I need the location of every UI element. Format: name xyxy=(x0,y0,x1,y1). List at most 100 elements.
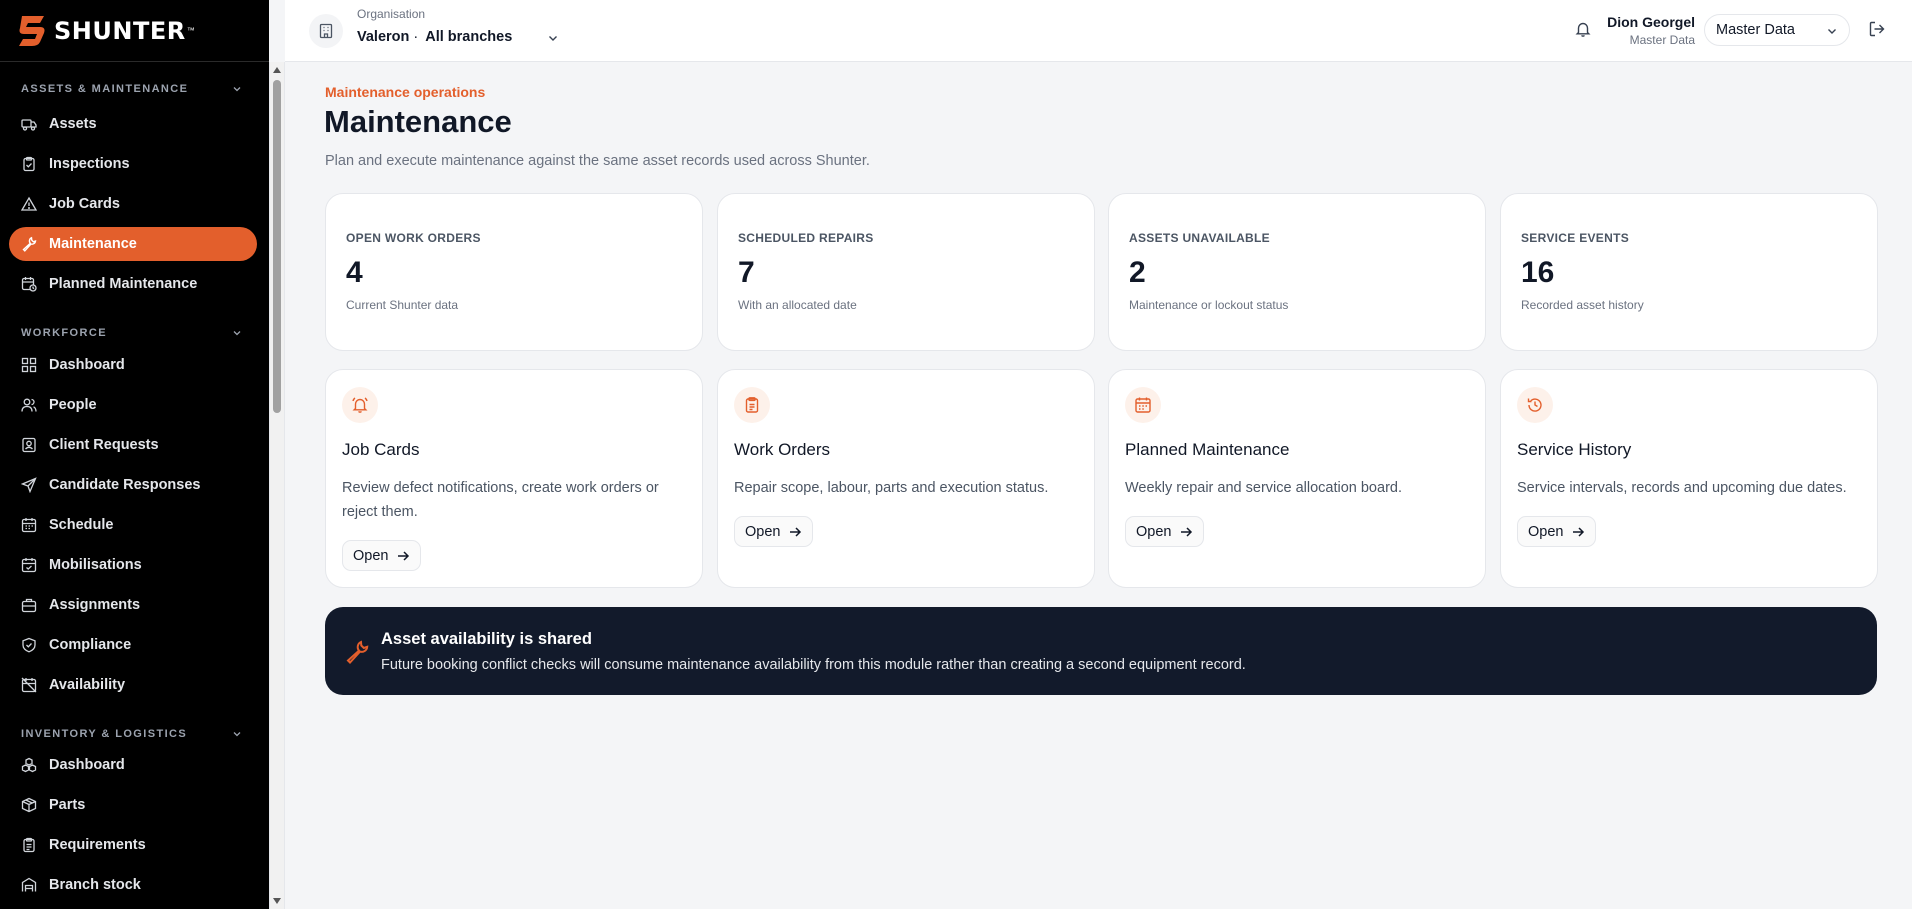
organisation-icon[interactable] xyxy=(309,14,343,48)
sidebar-item-inspections[interactable]: Inspections xyxy=(9,147,257,181)
page-title: Maintenance xyxy=(324,104,512,139)
calendar-clock-icon xyxy=(21,277,37,292)
stat-value: 4 xyxy=(346,256,363,289)
chevron-down-icon xyxy=(1828,29,1836,34)
sidebar-item-label: Compliance xyxy=(49,637,132,653)
arrow-right-icon xyxy=(1573,526,1585,537)
users-icon xyxy=(21,398,37,412)
sidebar-item-assignments[interactable]: Assignments xyxy=(9,588,257,622)
branch-name: All branches xyxy=(425,29,513,45)
sidebar-item-label: Parts xyxy=(49,797,86,813)
module-description: Review defect notifications, create work… xyxy=(342,480,659,520)
module-icon xyxy=(734,387,770,423)
sidebar-item-availability[interactable]: Availability xyxy=(9,668,257,702)
shunter-logo-icon xyxy=(19,15,45,46)
page-subtitle: Plan and execute maintenance against the… xyxy=(325,153,870,169)
module-title: Service History xyxy=(1517,440,1632,459)
organisation-name: Valeron xyxy=(357,29,410,45)
role-select[interactable]: Master Data xyxy=(1704,14,1850,46)
sidebar-item-label: Requirements xyxy=(49,837,146,853)
sidebar-item-people[interactable]: People xyxy=(9,388,257,422)
stat-card-scheduled-repairs: SCHEDULED REPAIRS 7 With an allocated da… xyxy=(717,193,1095,351)
sidebar-item-mobilisations[interactable]: Mobilisations xyxy=(9,548,257,582)
sidebar-item-schedule[interactable]: Schedule xyxy=(9,508,257,542)
calendar-check-icon xyxy=(21,558,37,573)
sidebar-item-maintenance[interactable]: Maintenance xyxy=(9,227,257,261)
open-job-cards-button[interactable]: Open xyxy=(342,540,422,571)
top-header: Organisation Valeron · All branches Dion… xyxy=(285,0,1912,62)
sidebar-item-assets[interactable]: Assets xyxy=(9,107,257,141)
stat-note: Maintenance or lockout status xyxy=(1129,298,1289,312)
sidebar-item-candidate-responses[interactable]: Candidate Responses xyxy=(9,468,257,502)
clipboard-check-icon xyxy=(23,156,35,172)
button-label: Open xyxy=(353,547,389,564)
briefcase-icon xyxy=(21,598,37,613)
module-card-service-history: Service History Service intervals, recor… xyxy=(1500,369,1878,588)
sidebar-item-label: Inspections xyxy=(49,156,130,172)
wrench-icon xyxy=(22,236,37,252)
sidebar-item-label: Assets xyxy=(49,116,97,132)
sidebar-item-label: Client Requests xyxy=(49,437,159,453)
logout-icon[interactable] xyxy=(1868,20,1886,38)
stat-card-service-events: SERVICE EVENTS 16 Recorded asset history xyxy=(1500,193,1878,351)
sidebar-item-workforce-dashboard[interactable]: Dashboard xyxy=(9,348,257,382)
arrow-right-icon xyxy=(790,526,802,537)
open-planned-maintenance-button[interactable]: Open xyxy=(1125,516,1205,547)
module-card-job-cards: Job Cards Review defect notifications, c… xyxy=(325,369,703,588)
bell-ring-icon xyxy=(352,397,368,413)
section-workforce[interactable]: WORKFORCE xyxy=(21,327,243,339)
section-assets-maintenance[interactable]: ASSETS & MAINTENANCE xyxy=(21,83,243,95)
role-select-value: Master Data xyxy=(1716,22,1795,38)
stat-label: SERVICE EVENTS xyxy=(1521,231,1630,245)
open-work-orders-button[interactable]: Open xyxy=(734,516,814,547)
brand-name: SHUNTER xyxy=(54,16,186,45)
section-title: WORKFORCE xyxy=(21,327,107,339)
sidebar-item-label: Job Cards xyxy=(49,196,120,212)
separator-dot: · xyxy=(413,29,419,45)
shield-check-icon xyxy=(22,637,36,653)
module-title: Planned Maintenance xyxy=(1125,440,1290,459)
stat-label: OPEN WORK ORDERS xyxy=(346,231,481,245)
sidebar-item-label: Availability xyxy=(49,677,126,693)
stat-note: Recorded asset history xyxy=(1521,298,1644,312)
sidebar-item-parts[interactable]: Parts xyxy=(9,788,257,822)
stat-value: 2 xyxy=(1129,256,1146,289)
scroll-up-arrow-icon[interactable] xyxy=(273,67,281,73)
banner-title: Asset availability is shared xyxy=(381,630,592,648)
history-icon xyxy=(1527,398,1542,412)
sidebar-item-requirements[interactable]: Requirements xyxy=(9,828,257,862)
sidebar-item-compliance[interactable]: Compliance xyxy=(9,628,257,662)
sidebar-item-inventory-dashboard[interactable]: Dashboard xyxy=(9,748,257,782)
stat-card-open-work-orders: OPEN WORK ORDERS 4 Current Shunter data xyxy=(325,193,703,351)
chevron-down-icon xyxy=(233,732,241,737)
contact-icon xyxy=(22,437,36,453)
sidebar-item-label: Mobilisations xyxy=(49,557,142,573)
bell-icon[interactable] xyxy=(1574,20,1592,38)
arrow-right-icon xyxy=(1181,526,1193,537)
organisation-selector[interactable]: Valeron · All branches xyxy=(357,29,512,45)
sidebar-item-label: Assignments xyxy=(49,597,141,613)
module-icon xyxy=(1125,387,1161,423)
clipboard-list-icon xyxy=(23,837,35,853)
sidebar-item-job-cards[interactable]: Job Cards xyxy=(9,187,257,221)
sidebar-item-planned-maintenance[interactable]: Planned Maintenance xyxy=(9,267,257,301)
scrollbar-thumb[interactable] xyxy=(273,80,281,413)
stat-note: With an allocated date xyxy=(738,298,857,312)
brand[interactable]: SHUNTER ™ xyxy=(0,0,269,62)
chevron-down-icon[interactable] xyxy=(546,31,560,45)
user-role: Master Data xyxy=(1629,33,1695,47)
sidebar-item-branch-stock[interactable]: Branch stock xyxy=(9,868,257,902)
sidebar-item-label: Dashboard xyxy=(49,757,125,773)
button-label: Open xyxy=(745,523,781,540)
section-inventory-logistics[interactable]: INVENTORY & LOGISTICS xyxy=(21,728,243,740)
section-title: INVENTORY & LOGISTICS xyxy=(21,728,188,740)
sidebar-item-client-requests[interactable]: Client Requests xyxy=(9,428,257,462)
sidebar-scrollbar[interactable] xyxy=(269,62,285,909)
open-service-history-button[interactable]: Open xyxy=(1517,516,1597,547)
clipboard-icon xyxy=(745,397,759,413)
module-title: Job Cards xyxy=(342,440,420,459)
warehouse-icon xyxy=(21,877,37,892)
scroll-down-arrow-icon[interactable] xyxy=(273,898,281,904)
sidebar-item-label: Dashboard xyxy=(49,357,125,373)
organisation-label: Organisation xyxy=(357,7,426,21)
